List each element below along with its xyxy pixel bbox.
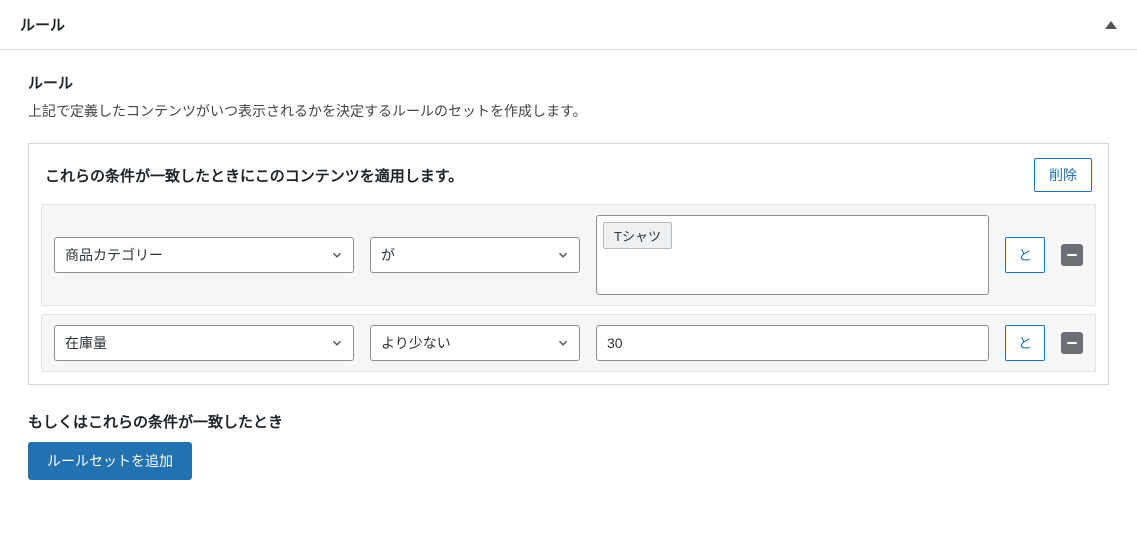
section-description: 上記で定義したコンテンツがいつ表示されるかを決定するルールのセットを作成します。: [28, 101, 1109, 121]
remove-rule-button[interactable]: [1061, 332, 1083, 354]
join-and-button[interactable]: と: [1005, 237, 1045, 273]
attribute-select-value: 商品カテゴリー: [65, 245, 163, 265]
section-title: ルール: [28, 72, 1109, 93]
operator-select-value: より少ない: [381, 333, 451, 353]
attribute-select[interactable]: 商品カテゴリー: [54, 237, 354, 273]
ruleset-header-text: これらの条件が一致したときにこのコンテンツを適用します。: [45, 165, 463, 186]
rules-body: 商品カテゴリー が Tシャツ と: [29, 204, 1108, 384]
add-ruleset-button[interactable]: ルールセットを追加: [28, 442, 192, 480]
panel-title: ルール: [20, 14, 65, 35]
remove-rule-button[interactable]: [1061, 244, 1083, 266]
rule-row: 在庫量 より少ない と: [41, 314, 1096, 372]
value-input[interactable]: [596, 325, 989, 361]
attribute-select[interactable]: 在庫量: [54, 325, 354, 361]
operator-select-value: が: [381, 245, 395, 265]
minus-icon: [1067, 342, 1077, 344]
caret-up-icon: [1105, 21, 1117, 29]
minus-icon: [1067, 254, 1077, 256]
delete-ruleset-button[interactable]: 削除: [1034, 158, 1092, 192]
panel-header[interactable]: ルール: [0, 0, 1137, 50]
operator-select[interactable]: が: [370, 237, 580, 273]
or-section: もしくはこれらの条件が一致したとき ルールセットを追加: [28, 411, 1109, 480]
or-section-text: もしくはこれらの条件が一致したとき: [28, 411, 1109, 432]
ruleset-header: これらの条件が一致したときにこのコンテンツを適用します。 削除: [29, 144, 1108, 204]
operator-select[interactable]: より少ない: [370, 325, 580, 361]
attribute-select-value: 在庫量: [65, 333, 107, 353]
rules-section: ルール 上記で定義したコンテンツがいつ表示されるかを決定するルールのセットを作成…: [0, 50, 1137, 504]
join-and-button[interactable]: と: [1005, 325, 1045, 361]
ruleset: これらの条件が一致したときにこのコンテンツを適用します。 削除 商品カテゴリー …: [28, 143, 1109, 385]
value-tagbox[interactable]: Tシャツ: [596, 215, 989, 295]
value-tag[interactable]: Tシャツ: [603, 222, 672, 249]
rule-row: 商品カテゴリー が Tシャツ と: [41, 204, 1096, 306]
